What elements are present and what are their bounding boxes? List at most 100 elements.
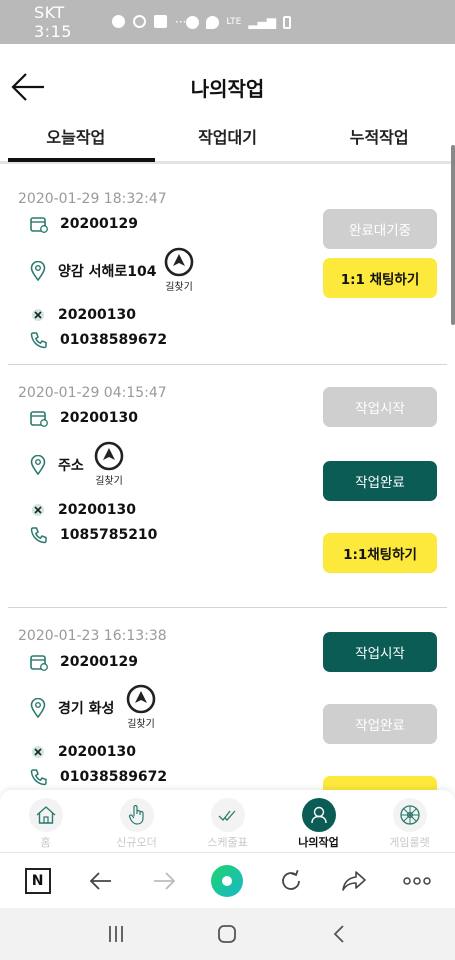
job-card: 2020-01-29 18:32:47 20200129 양감 서해로104 길… (8, 165, 447, 365)
phone-row: 01038589672 (30, 768, 167, 786)
work-date: 20200129 (60, 654, 138, 670)
nav-new-order[interactable]: 신규오더 (91, 790, 182, 852)
app-icon (132, 15, 146, 28)
work-date: 20200130 (60, 410, 138, 426)
chat-button[interactable]: 1:1채팅하기 (323, 533, 437, 573)
arrow-left-icon (11, 73, 44, 101)
chat-icon (111, 15, 125, 28)
work-date: 20200129 (60, 216, 138, 232)
network-label: LTE (226, 17, 242, 27)
recent-apps-button[interactable] (96, 914, 136, 954)
calendar-icon (30, 655, 48, 671)
job-card: 2020-01-29 04:15:47 20200130 주소 길찾기 2020… (8, 365, 447, 608)
back-button[interactable] (10, 71, 46, 103)
compass-icon (94, 441, 124, 471)
more-notifications-icon: ··· (174, 15, 187, 29)
navigation-label: 길찾기 (165, 282, 193, 293)
location-icon (206, 15, 220, 29)
nav-schedule-label: 스케줄표 (207, 836, 248, 849)
job-datetime: 2020-01-29 18:32:47 (18, 191, 167, 207)
carrier-time: SKT 3:15 (34, 3, 72, 41)
roulette-icon (392, 798, 427, 832)
green-dot-icon (211, 864, 244, 897)
due-date: 20200130 (58, 502, 136, 518)
share-icon (342, 870, 366, 891)
home-button[interactable] (207, 914, 247, 954)
chat-button-partial[interactable] (323, 776, 437, 790)
tab-cumulative[interactable]: 누적작업 (303, 116, 455, 161)
address-row: 양감 서해로104 (30, 261, 157, 281)
navigation-label: 길찾기 (127, 719, 155, 730)
compass-icon (126, 684, 156, 714)
due-row: 20200130 (30, 502, 136, 518)
job-list: 2020-01-29 18:32:47 20200129 양감 서해로104 길… (0, 165, 455, 790)
navigation-label: 길찾기 (95, 476, 123, 487)
address-text: 경기 화성 (58, 701, 115, 717)
naver-icon: N (24, 867, 51, 894)
nav-roulette-label: 게임룰렛 (389, 836, 430, 849)
recent-apps-icon (108, 926, 123, 942)
android-nav-bar (0, 908, 455, 960)
complete-work-button[interactable]: 작업완료 (323, 704, 437, 744)
waiting-completion-button[interactable]: 완료대기중 (323, 209, 437, 249)
start-work-button[interactable]: 작업시작 (323, 632, 437, 672)
tab-waiting[interactable]: 작업대기 (152, 116, 304, 161)
system-back-button[interactable] (319, 914, 359, 954)
due-date: 20200130 (58, 744, 136, 760)
chat-button[interactable]: 1:1 채팅하기 (323, 258, 437, 298)
date-row: 20200129 (30, 653, 138, 671)
phone-icon (30, 527, 47, 544)
phone-row: 1085785210 (30, 526, 157, 544)
phone-icon (30, 332, 47, 349)
arrow-left-icon (89, 871, 111, 890)
home-square-icon (218, 925, 237, 943)
tab-today[interactable]: 오늘작업 (0, 116, 152, 161)
browser-forward-button[interactable] (144, 861, 184, 901)
calendar-icon (30, 411, 48, 427)
check-icon (210, 798, 245, 832)
close-circle-icon (32, 746, 44, 758)
due-date: 20200130 (58, 307, 136, 323)
home-icon (28, 798, 63, 832)
start-work-button[interactable]: 작업시작 (323, 387, 437, 427)
navigation-button[interactable]: 길찾기 (94, 441, 124, 487)
nav-new-order-label: 신규오더 (116, 836, 157, 849)
browser-back-button[interactable] (81, 861, 121, 901)
mail-icon (153, 15, 167, 28)
location-pin-icon (30, 455, 46, 475)
person-icon (301, 798, 336, 832)
phone-icon (30, 769, 47, 786)
close-circle-icon (32, 504, 44, 516)
complete-work-button[interactable]: 작업완료 (323, 461, 437, 501)
more-button[interactable] (397, 861, 437, 901)
compass-icon (164, 247, 194, 277)
navigation-button[interactable]: 길찾기 (164, 247, 194, 293)
location-pin-icon (30, 261, 46, 281)
active-tab-indicator (8, 158, 155, 162)
close-circle-icon (32, 309, 44, 321)
notification-icons: ··· (111, 15, 187, 29)
green-dot-button[interactable] (207, 861, 247, 901)
address-text: 주소 (58, 458, 84, 474)
nav-roulette[interactable]: 게임룰렛 (364, 790, 455, 852)
location-pin-icon (30, 698, 46, 718)
job-datetime: 2020-01-23 16:13:38 (18, 628, 167, 644)
status-bar: SKT 3:15 ··· LTE ▂▄▆ (0, 0, 455, 44)
bottom-nav: 홈 신규오더 스케줄표 나의작업 게임룰렛 (0, 790, 455, 852)
job-datetime: 2020-01-29 04:15:47 (18, 385, 167, 401)
arrow-right-icon (154, 871, 176, 890)
tab-bar: 오늘작업 작업대기 누적작업 (0, 116, 455, 164)
nav-my-work[interactable]: 나의작업 (273, 790, 364, 852)
phone-number: 01038589672 (60, 332, 168, 348)
refresh-icon (281, 869, 300, 890)
refresh-button[interactable] (271, 861, 311, 901)
address-text: 양감 서해로104 (58, 264, 157, 280)
browser-toolbar: N (0, 852, 455, 908)
naver-home-button[interactable]: N (18, 861, 58, 901)
navigation-button[interactable]: 길찾기 (126, 684, 156, 730)
battery-icon (283, 15, 291, 29)
share-button[interactable] (334, 861, 374, 901)
nav-schedule[interactable]: 스케줄표 (182, 790, 273, 852)
nav-home[interactable]: 홈 (0, 790, 91, 852)
due-row: 20200130 (30, 307, 136, 323)
